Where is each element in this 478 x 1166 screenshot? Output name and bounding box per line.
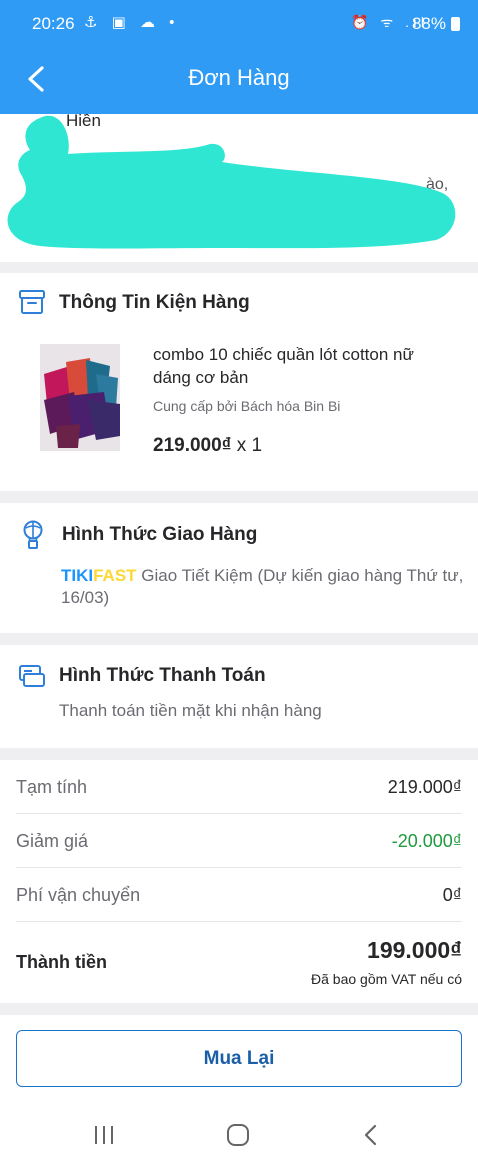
battery-icon [451,17,460,31]
subtotal-value: 219.000₫ [387,777,462,797]
rebuy-button[interactable]: Mua Lại [16,1030,462,1087]
payment-method-text: Thanh toán tiền mặt khi nhận hàng [59,701,322,720]
package-info-section: Thông Tin Kiện Hàng combo 10 chiếc quần … [0,273,478,491]
notification-icons: ⚓ ▣ ☁ • [84,14,180,31]
order-summary-section: Tạm tính 219.000₫ Giảm giá -20.000₫ Phí … [0,760,478,1003]
system-back-icon[interactable] [362,1123,380,1147]
shipping-fee-value: 0₫ [442,885,462,905]
divider [16,867,462,868]
shipping-fee-label: Phí vận chuyển [16,885,141,905]
box-icon [19,290,45,314]
divider [16,813,462,814]
status-bar: 20:26 ⚓ ▣ ☁ • ⏰ ᯤ .ıl 88% [0,0,478,44]
total-value: 199.000₫ [367,937,462,963]
shipping-fee-row: Phí vận chuyển 0₫ [16,885,462,906]
product-thumbnail[interactable] [40,344,120,451]
balloon-delivery-icon [23,520,43,549]
package-section-title: Thông Tin Kiện Hàng [59,292,250,313]
product-price: 219.000₫ [153,435,232,456]
seller-name: Cung cấp bởi Bách hóa Bin Bi [153,398,341,414]
discount-row: Giảm giá -20.000₫ [16,831,462,852]
recent-apps-icon[interactable] [93,1124,115,1146]
tikifast-logo: TIKIFAST [61,566,137,585]
product-name[interactable]: combo 10 chiếc quần lót cotton nữ dáng c… [153,343,453,389]
discount-value: -20.000₫ [391,831,462,851]
shipping-method-section: Hình Thức Giao Hàng TIKIFAST Giao Tiết K… [0,503,478,633]
payment-section-title: Hình Thức Thanh Toán [59,665,266,686]
app-header: Đơn Hàng [0,44,478,114]
shipping-address-section: Hiền ào, [0,114,478,262]
redaction-scribble [7,115,456,249]
subtotal-row: Tạm tính 219.000₫ [16,777,462,798]
shipping-description: TIKIFAST Giao Tiết Kiệm (Dự kiến giao hà… [61,565,466,609]
discount-label: Giảm giá [16,831,89,851]
status-time: 20:26 [32,14,75,33]
divider [16,921,462,922]
vat-note: Đã bao gồm VAT nếu có [311,971,462,987]
payment-method-section: Hình Thức Thanh Toán Thanh toán tiền mặt… [0,645,478,748]
system-nav-bar [0,1115,478,1166]
battery-level: 88% [411,14,446,33]
product-price-row: 219.000₫ x 1 [153,435,262,457]
subtotal-label: Tạm tính [16,777,88,797]
page-title: Đơn Hàng [188,65,290,90]
product-quantity: x 1 [236,435,263,456]
payment-card-icon [19,665,45,687]
shipping-section-title: Hình Thức Giao Hàng [62,524,258,545]
total-label: Thành tiền [16,952,107,972]
home-icon[interactable] [226,1123,250,1147]
bottom-action-area: Mua Lại [0,1015,478,1166]
